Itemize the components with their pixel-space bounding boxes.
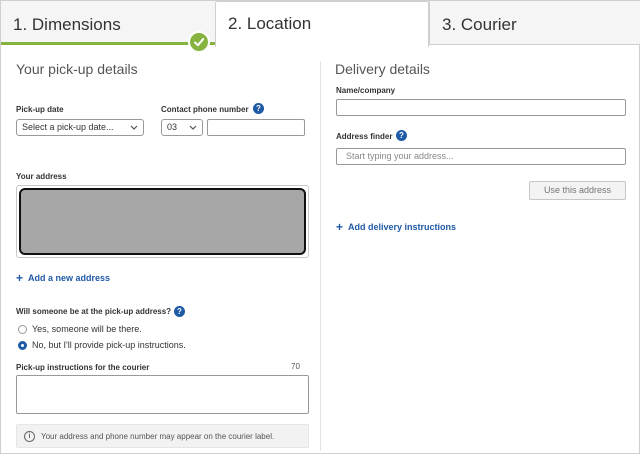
tab-dimensions-label: 1. Dimensions [13,15,121,34]
contact-phone-label: Contact phone number [161,105,249,114]
booking-form: 1. Dimensions 3. Courier 2. Location You… [0,0,640,454]
checkmark-icon [188,31,210,53]
add-address-link[interactable]: + Add a new address [16,271,110,285]
step-tabs: 1. Dimensions 3. Courier 2. Location [1,1,640,53]
plus-icon: + [336,220,344,234]
pickup-instructions-textarea[interactable] [16,375,309,414]
chevron-down-icon [130,125,138,130]
pickup-date-select[interactable]: Select a pick-up date... [16,119,144,136]
radio-provide-instructions[interactable] [18,341,27,350]
name-company-input[interactable] [336,99,626,116]
instructions-counter: 70 [291,362,300,371]
radio-someone-there-label[interactable]: Yes, someone will be there. [32,324,142,334]
info-icon: i [24,431,35,442]
column-divider [320,61,321,451]
pickup-date-label: Pick-up date [16,105,64,114]
notice-text: Your address and phone number may appear… [41,432,275,441]
chevron-down-icon [189,125,197,130]
presence-question: Will someone be at the pick-up address? [16,307,172,316]
tab-courier-label: 3. Courier [442,15,517,34]
address-finder-input[interactable]: Start typing your address... [336,148,626,165]
add-delivery-instructions-label: Add delivery instructions [348,222,457,232]
help-icon[interactable]: ? [396,130,407,141]
add-delivery-instructions-link[interactable]: + Add delivery instructions [336,220,456,234]
pickup-heading: Your pick-up details [16,61,138,77]
help-icon[interactable]: ? [253,103,264,114]
help-icon[interactable]: ? [174,306,185,317]
plus-icon: + [16,271,24,285]
phone-prefix-value: 03 [167,122,178,132]
label-notice: i Your address and phone number may appe… [16,424,309,448]
your-address-label: Your address [16,172,67,181]
instructions-label: Pick-up instructions for the courier [16,363,150,372]
delivery-heading: Delivery details [335,61,430,77]
tab-location-label: 2. Location [228,14,312,33]
address-card[interactable] [16,185,309,258]
phone-prefix-select[interactable]: 03 [161,119,203,136]
tab-location[interactable]: 2. Location [215,1,429,47]
pickup-date-value: Select a pick-up date... [22,122,114,132]
radio-someone-there[interactable] [18,325,27,334]
address-redacted-block [19,188,306,255]
add-address-label: Add a new address [28,273,111,283]
name-company-label: Name/company [336,86,396,95]
tab-dimensions[interactable]: 1. Dimensions [1,1,215,45]
tab-courier[interactable]: 3. Courier [429,1,640,45]
radio-provide-instructions-label[interactable]: No, but I'll provide pick-up instruction… [32,340,186,350]
phone-number-input[interactable] [207,119,305,136]
address-finder-label: Address finder [336,132,393,141]
use-this-address-button[interactable]: Use this address [529,181,626,200]
